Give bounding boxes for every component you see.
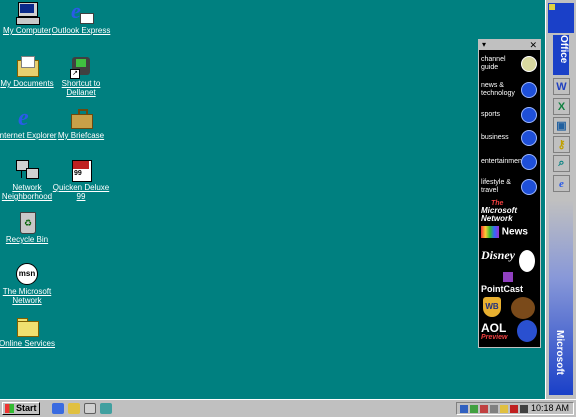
channel-lifestyle-travel[interactable]: lifestyle & travel: [481, 179, 539, 197]
desktop-icon-label: Shortcut to Dellanet: [61, 79, 101, 97]
briefcase-icon: [69, 106, 93, 130]
menu-icon[interactable]: ▾: [482, 41, 486, 49]
desktop-icon-online-services[interactable]: Online Services: [0, 314, 59, 348]
magnifier-icon: [521, 56, 537, 72]
word-icon[interactable]: W: [553, 78, 570, 95]
disney-channel[interactable]: Disney: [481, 248, 539, 282]
desktop-icon-quicken[interactable]: 99 Quicken Deluxe 99: [49, 158, 113, 201]
wb-shield-icon: WB: [483, 297, 501, 317]
speaker-icon[interactable]: [520, 405, 528, 413]
quicklaunch-ie-icon[interactable]: [52, 403, 64, 414]
network-icon: [15, 158, 39, 182]
desktop-icon-recycle-bin[interactable]: ♻ Recycle Bin: [0, 210, 59, 244]
key-icon[interactable]: ⚷: [553, 136, 570, 153]
clock[interactable]: 10:18 AM: [531, 403, 569, 414]
channel-label: channel guide: [481, 56, 506, 71]
quicklaunch-channels-icon[interactable]: [100, 403, 112, 414]
desktop-icon-label: Recycle Bin: [5, 235, 49, 244]
taz-icon: [511, 297, 535, 319]
aol-triangle-icon: [517, 320, 537, 342]
desktop-icon-shortcut-dellanet[interactable]: ↗ Shortcut to Dellanet: [49, 54, 113, 97]
tray-icon-3[interactable]: [480, 405, 488, 413]
quicklaunch-desktop-icon[interactable]: [84, 403, 96, 414]
channel-bar-titlebar: ▾ ✕: [479, 40, 540, 50]
microsoft-label: Microsoft: [554, 330, 565, 375]
outlook-icon[interactable]: ▣: [553, 117, 570, 134]
my-documents-icon: [15, 54, 39, 78]
film-icon: [521, 154, 537, 170]
tray-icon-1[interactable]: [460, 405, 468, 413]
purple-icon: [503, 272, 513, 282]
warner-bros-channel[interactable]: WB: [481, 296, 539, 320]
dollar-icon: [521, 130, 537, 146]
start-label: Start: [16, 403, 37, 413]
quicken-icon: 99: [69, 158, 93, 182]
airplane-icon: [521, 179, 537, 195]
folder-icon: [15, 314, 39, 338]
windows-logo-icon: [5, 404, 14, 413]
internet-explorer-icon[interactable]: e: [553, 175, 570, 192]
channel-label: sports: [481, 111, 501, 118]
channel-bar: ▾ ✕ channel guide news & technology spor…: [478, 39, 541, 348]
soccer-ball-icon: [521, 107, 537, 123]
pointcast-label: PointCast: [481, 284, 524, 294]
msnbc-news-channel[interactable]: News: [481, 226, 539, 242]
msn-channel[interactable]: The Microsoft Network: [481, 200, 539, 223]
office-shortcut-bar: Office W X ▣ ⚷ ⌕ e Microsoft: [545, 0, 576, 399]
tray-icon-6[interactable]: [510, 405, 518, 413]
desktop-icon-label: Quicken Deluxe 99: [52, 183, 110, 201]
dellanet-shortcut-icon: ↗: [69, 54, 93, 79]
office-label: Office: [553, 35, 569, 75]
quicklaunch-outlook-icon[interactable]: [68, 403, 80, 414]
internet-explorer-icon: e: [18, 105, 29, 131]
system-tray: 10:18 AM: [456, 402, 574, 415]
channel-business[interactable]: business: [481, 130, 539, 146]
nbc-peacock-icon: [481, 226, 499, 238]
close-icon[interactable]: ✕: [529, 40, 537, 50]
office-bar-header: [548, 3, 574, 33]
channel-label: news & technology: [481, 82, 515, 97]
channel-label: entertainment: [481, 158, 524, 165]
taskbar: Start 10:18 AM: [0, 399, 576, 417]
nbc-news-label: News: [501, 226, 528, 238]
desktop-icon-my-briefcase[interactable]: My Briefcase: [49, 106, 113, 140]
office-logo-icon[interactable]: [549, 4, 555, 10]
disney-logo: Disney: [481, 248, 515, 262]
outlook-express-icon: e: [69, 0, 94, 25]
my-computer-icon: [15, 1, 40, 25]
channel-guide[interactable]: channel guide: [481, 56, 539, 72]
tray-icon-2[interactable]: [470, 405, 478, 413]
msn-label: Microsoft Network: [481, 206, 517, 223]
aol-channel[interactable]: AOL Preview: [481, 320, 539, 344]
desktop-icon-label: Outlook Express: [51, 26, 111, 35]
start-button[interactable]: Start: [2, 402, 40, 415]
channel-label: lifestyle & travel: [481, 179, 511, 194]
recycle-bin-icon: ♻: [15, 210, 39, 234]
find-icon[interactable]: ⌕: [553, 155, 570, 172]
tray-icon-5[interactable]: [500, 405, 508, 413]
desktop-icon-label: Online Services: [0, 339, 56, 348]
excel-icon[interactable]: X: [553, 98, 570, 115]
channel-news-technology[interactable]: news & technology: [481, 82, 539, 100]
desktop-icon-outlook-express[interactable]: e Outlook Express: [49, 0, 113, 35]
desktop-icon-microsoft-network[interactable]: msn The Microsoft Network: [0, 262, 59, 305]
channel-sports[interactable]: sports: [481, 107, 539, 123]
mickey-icon: [519, 250, 535, 272]
desktop-icon-label: The Microsoft Network: [2, 287, 52, 305]
channel-entertainment[interactable]: entertainment: [481, 154, 539, 170]
desktop: My Computer My Documents e Internet Expl…: [0, 0, 576, 399]
pointcast-channel[interactable]: PointCast: [481, 284, 539, 296]
monitor-icon: [521, 82, 537, 98]
channel-label: business: [481, 134, 509, 141]
msn-icon: msn: [15, 262, 39, 286]
tray-icon-4[interactable]: [490, 405, 498, 413]
desktop-icon-label: My Briefcase: [57, 131, 105, 140]
